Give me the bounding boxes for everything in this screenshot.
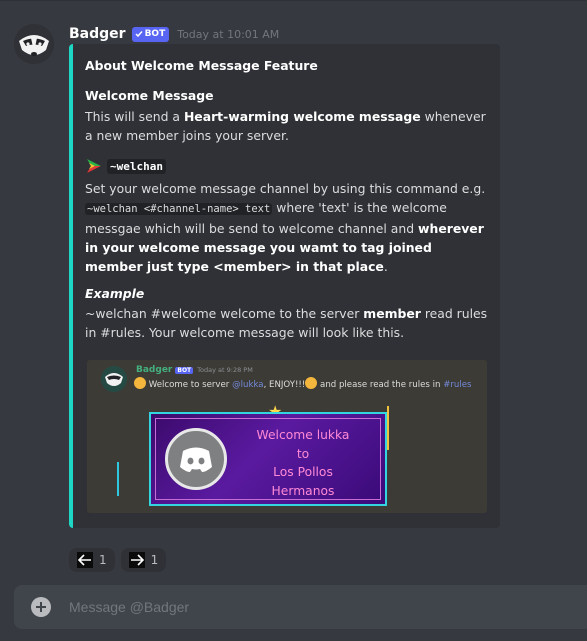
message-input[interactable] <box>69 585 569 629</box>
reaction-count: 1 <box>150 553 159 567</box>
decoration <box>387 406 389 450</box>
decoration <box>117 462 119 496</box>
preview-bot-badge: BOT <box>175 366 194 374</box>
avatar[interactable] <box>14 24 54 64</box>
preview-message: Welcome to server @lukka, ENJOY!!! and p… <box>134 377 472 390</box>
text: ~welchan #welcome welcome to the server <box>85 306 364 321</box>
inline-code: ~welchan <#channel-name> text <box>85 203 273 215</box>
hugging-emoji-icon <box>305 377 318 389</box>
badger-avatar-icon <box>101 366 127 392</box>
message-composer <box>14 585 587 629</box>
hugging-emoji-icon <box>134 377 146 389</box>
timestamp: Today at 10:01 AM <box>177 27 280 41</box>
field-welchan: ~welchan Set your welcome message channe… <box>85 155 490 276</box>
text: , ENJOY!!! <box>263 380 306 390</box>
field-value: This will send a Heart-warming welcome m… <box>85 107 490 145</box>
preview-header: Badger BOT Today at 9:28 PM <box>136 365 253 375</box>
bold-text: Heart-warming welcome message <box>183 109 421 124</box>
preview-timestamp: Today at 9:28 PM <box>197 366 253 374</box>
embed-image[interactable]: Badger BOT Today at 9:28 PM Welcome to s… <box>87 360 487 513</box>
card-line: Welcome lukka <box>256 428 350 442</box>
field-name: ~welchan <box>85 155 490 177</box>
arrow-flag-icon <box>87 159 101 173</box>
discord-logo-icon <box>180 447 212 472</box>
preview-avatar <box>101 366 127 392</box>
field-value: ~welchan #welcome welcome to the server … <box>85 304 490 342</box>
reactions: 1 1 <box>69 548 167 572</box>
embed: About Welcome Message Feature Welcome Me… <box>69 44 500 528</box>
card-avatar <box>165 428 227 490</box>
card-line: Los Pollos <box>273 465 333 479</box>
text: and please read the rules in <box>317 380 444 390</box>
message-header: Badger BOT Today at 10:01 AM <box>69 24 279 44</box>
username[interactable]: Badger <box>69 26 126 42</box>
upload-button[interactable] <box>31 597 51 617</box>
plus-icon <box>36 602 46 612</box>
bot-badge: BOT <box>131 26 170 42</box>
text: Set your welcome message channel by usin… <box>85 181 486 196</box>
welcome-card: Welcome lukka to Los Pollos Hermanos <box>149 412 387 506</box>
embed-body: About Welcome Message Feature Welcome Me… <box>85 58 490 352</box>
command-code: ~welchan <box>107 158 166 174</box>
channel-mention: #rules <box>443 380 472 390</box>
card-line: Hermanos <box>271 483 335 498</box>
verified-check-icon <box>135 31 143 38</box>
card-text: Welcome lukka to Los Pollos Hermanos <box>241 426 365 500</box>
badger-avatar-icon <box>14 24 54 64</box>
text: This will send a <box>85 109 184 124</box>
field-example: Example ~welchan #welcome welcome to the… <box>85 286 490 342</box>
embed-title: About Welcome Message Feature <box>85 58 318 73</box>
reaction-count: 1 <box>99 553 107 567</box>
preview-username: Badger <box>136 365 173 375</box>
bot-badge-label: BOT <box>144 29 166 39</box>
mention: @lukka <box>232 380 264 390</box>
reaction-arrow-left[interactable]: 1 <box>69 548 115 572</box>
top-divider <box>0 0 587 1</box>
field-value: Set your welcome message channel by usin… <box>85 179 490 276</box>
field-name: Example <box>85 286 145 301</box>
text: . <box>383 259 388 274</box>
text: Welcome to server <box>148 380 233 390</box>
arrow-left-icon <box>77 552 93 568</box>
field-welcome-message: Welcome Message This will send a Heart-w… <box>85 87 490 145</box>
reaction-arrow-right[interactable]: 1 <box>120 548 167 572</box>
card-line: to <box>296 446 310 461</box>
field-name: Welcome Message <box>85 88 214 103</box>
arrow-right-icon <box>128 552 145 568</box>
bold-text: member <box>363 306 421 321</box>
